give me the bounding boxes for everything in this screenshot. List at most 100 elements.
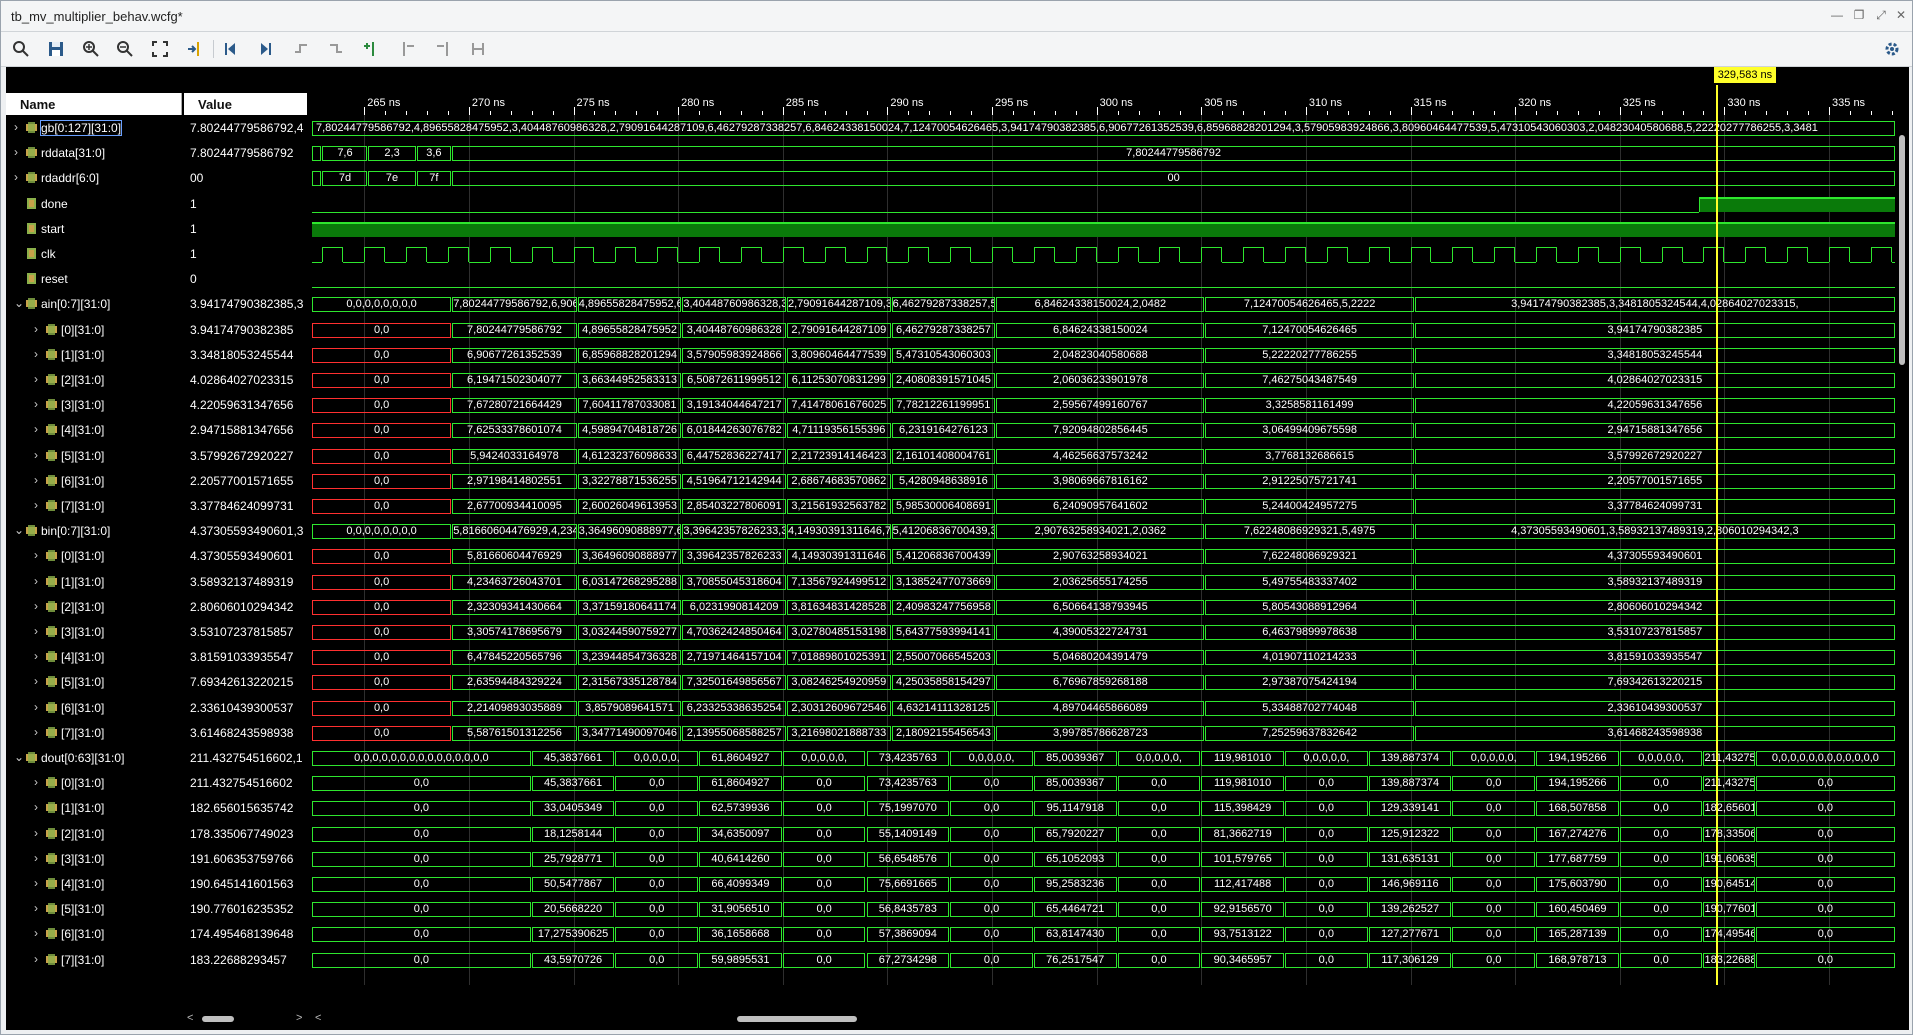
bus-value-segment[interactable]: 0,0 <box>615 902 699 918</box>
maximize-icon[interactable]: ⤢ <box>1873 8 1889 22</box>
signal-row[interactable]: › [2][31:0] <box>6 596 181 621</box>
bus-value-segment[interactable]: 5,24400424957275 <box>1205 499 1414 514</box>
scroll-left-icon[interactable]: < <box>187 1012 193 1024</box>
bus-value-segment[interactable]: 7,69342613220215 <box>1414 675 1895 691</box>
settings-icon[interactable] <box>1881 38 1903 60</box>
bus-value-segment[interactable]: 0,0 <box>312 851 531 867</box>
bus-value-segment[interactable]: 0,0 <box>615 927 699 943</box>
wave-row[interactable]: 0,0 43,5970726 0,0 59,9895531 0,0 67,2734298 0… <box>312 949 1896 974</box>
bus-value-segment[interactable]: 2,21409893035889 <box>452 700 577 716</box>
bus-value-segment[interactable]: 7,80244779586792 <box>452 146 1895 162</box>
signal-value-row[interactable]: 3.94174790382385 <box>184 319 307 344</box>
bus-value-segment[interactable]: 0,0 <box>1117 801 1201 817</box>
signal-value-row[interactable]: 4.37305593490601 <box>184 545 307 570</box>
bus-value-segment[interactable]: 0,0 <box>1755 776 1895 792</box>
bus-value-segment[interactable]: 0,0 <box>615 877 699 892</box>
bus-value-segment[interactable]: 0,0 <box>1117 877 1201 892</box>
bus-value-segment[interactable]: 61,8604927 <box>699 776 782 792</box>
bus-value-segment[interactable]: 4,89704465866089 <box>996 700 1205 716</box>
bus-value-segment[interactable]: 0,0 <box>312 625 452 640</box>
bus-value-segment[interactable]: 0,0 <box>1284 851 1368 867</box>
chevron-right-icon[interactable]: › <box>34 448 38 462</box>
bus-value-segment[interactable]: 5,33488702774048 <box>1205 700 1414 716</box>
bus-value-segment[interactable]: 4,61232376098633 <box>577 448 682 464</box>
bus-value-segment[interactable]: 3,98069667816162 <box>996 473 1205 489</box>
chevron-down-icon[interactable]: ⌄ <box>14 750 24 764</box>
bus-value-segment[interactable]: 174,495468 <box>1703 927 1755 943</box>
bus-value-segment[interactable]: 0,0 <box>312 952 531 968</box>
wave-row[interactable]: 0,0 2,97198414802551 3,32278871536255 4,519… <box>312 470 1896 495</box>
bus-value-segment[interactable]: 139,887374 <box>1368 751 1452 766</box>
bus-value-segment[interactable]: 5,98530006408691 <box>891 499 996 514</box>
bus-value-segment[interactable]: 61,8604927 <box>699 751 782 766</box>
bus-value-segment[interactable]: 2,79091644287109,3,8096 <box>786 297 891 313</box>
bus-value-segment[interactable]: 117,306129 <box>1368 952 1452 968</box>
signal-row[interactable]: › [4][31:0] <box>6 419 181 444</box>
zoom-in-icon[interactable] <box>80 38 102 60</box>
bus-value-segment[interactable]: 6,0231990814209 <box>682 599 786 615</box>
bus-value-segment[interactable]: 2,04823040580688 <box>996 347 1205 363</box>
bus-value-segment[interactable]: 0,0 <box>1452 877 1536 892</box>
bus-value-segment[interactable]: 2,33610439300537 <box>1414 700 1895 716</box>
bus-value-segment[interactable]: 0,0 <box>1284 952 1368 968</box>
signal-row[interactable]: › [3][31:0] <box>6 394 181 419</box>
bus-value-segment[interactable]: 4,25035858154297 <box>891 675 996 691</box>
chevron-down-icon[interactable]: ⌄ <box>14 523 24 537</box>
bus-value-segment[interactable]: 0,0 <box>1284 801 1368 817</box>
bus-value-segment[interactable]: 3,21561932563782 <box>786 499 891 514</box>
bus-value-segment[interactable]: 0,0 <box>312 700 452 716</box>
bus-value-segment[interactable]: 0,0,0,0,0, <box>950 751 1033 766</box>
wave-row[interactable]: 0,0 45,3837661 0,0 61,8604927 0,0 73,4235763 0… <box>312 772 1896 797</box>
add-marker-icon[interactable] <box>360 38 382 60</box>
bus-value-segment[interactable] <box>312 146 322 162</box>
chevron-right-icon[interactable]: › <box>34 876 38 890</box>
chevron-right-icon[interactable]: › <box>34 548 38 562</box>
wave-row[interactable]: 0,0 6,19471502304077 3,66344952583313 6,508… <box>312 369 1896 394</box>
bus-value-segment[interactable]: 3,3258581161499 <box>1205 398 1414 414</box>
bus-value-segment[interactable]: 2,60026049613953 <box>577 499 682 514</box>
bus-value-segment[interactable]: 0,0 <box>312 373 452 388</box>
bus-value-segment[interactable]: 0,0 <box>615 801 699 817</box>
bus-value-segment[interactable]: 0,0 <box>1619 952 1703 968</box>
bus-value-segment[interactable]: 7,46275043487549 <box>1205 373 1414 388</box>
value-column-header[interactable]: Value <box>184 93 307 115</box>
bus-value-segment[interactable]: 6,76967859268188 <box>996 675 1205 691</box>
bus-value-segment[interactable]: 5,81660604476929 <box>452 549 577 565</box>
bus-value-segment[interactable]: 0,0 <box>782 776 866 792</box>
bus-value-segment[interactable]: 3,6 <box>416 146 452 162</box>
bus-value-segment[interactable]: 0,0 <box>1284 776 1368 792</box>
next-transition-icon[interactable] <box>325 38 347 60</box>
bus-value-segment[interactable]: 7,41478061676025 <box>786 398 891 414</box>
bus-value-segment[interactable]: 0,0 <box>950 902 1033 918</box>
bus-value-segment[interactable]: 18,1258144 <box>531 826 615 842</box>
next-marker-icon[interactable] <box>432 38 454 60</box>
bus-value-segment[interactable]: 0,0 <box>312 650 452 666</box>
scroll-right-icon[interactable]: > <box>296 1012 302 1024</box>
bus-value-segment[interactable]: 127,277671 <box>1368 927 1452 943</box>
bus-value-segment[interactable]: 7,60411787033081 <box>577 398 682 414</box>
bus-value-segment[interactable]: 45,3837661 <box>531 751 615 766</box>
signal-value-row[interactable]: 1 <box>184 193 307 218</box>
bus-value-segment[interactable]: 2,63594484329224 <box>452 675 577 691</box>
bus-value-segment[interactable]: 0,0 <box>1452 952 1536 968</box>
bus-value-segment[interactable]: 3,36496090888977 <box>577 549 682 565</box>
bus-value-segment[interactable]: 4,01907110214233 <box>1205 650 1414 666</box>
signal-value-row[interactable]: 4.22059631347656 <box>184 394 307 419</box>
bus-value-segment[interactable]: 85,0039367 <box>1033 751 1117 766</box>
bus-value-segment[interactable]: 0,0 <box>1117 902 1201 918</box>
chevron-right-icon[interactable]: › <box>34 851 38 865</box>
minimize-icon[interactable]: — <box>1829 8 1845 22</box>
time-cursor[interactable] <box>1715 85 1718 985</box>
chevron-right-icon[interactable]: › <box>34 624 38 638</box>
bus-value-segment[interactable]: 4,63214111328125 <box>891 700 996 716</box>
bus-value-segment[interactable]: 3,23944854736328 <box>577 650 682 666</box>
bus-value-segment[interactable]: 6,24090957641602 <box>996 499 1205 514</box>
bus-value-segment[interactable]: 3,34818053245544 <box>1414 347 1895 363</box>
bus-value-segment[interactable]: 5,80543088912964 <box>1205 599 1414 615</box>
bus-value-segment[interactable]: 95,2583236 <box>1033 877 1117 892</box>
bus-value-segment[interactable]: 25,7928771 <box>531 851 615 867</box>
bus-value-segment[interactable]: 4,71119356155396 <box>786 423 891 439</box>
signal-value-row[interactable]: 183.22688293457 <box>184 949 307 974</box>
signal-row[interactable]: › [6][31:0] <box>6 923 181 948</box>
wave-row[interactable]: 0,0 20,5668220 0,0 31,9056510 0,0 56,8435783 0… <box>312 898 1896 923</box>
